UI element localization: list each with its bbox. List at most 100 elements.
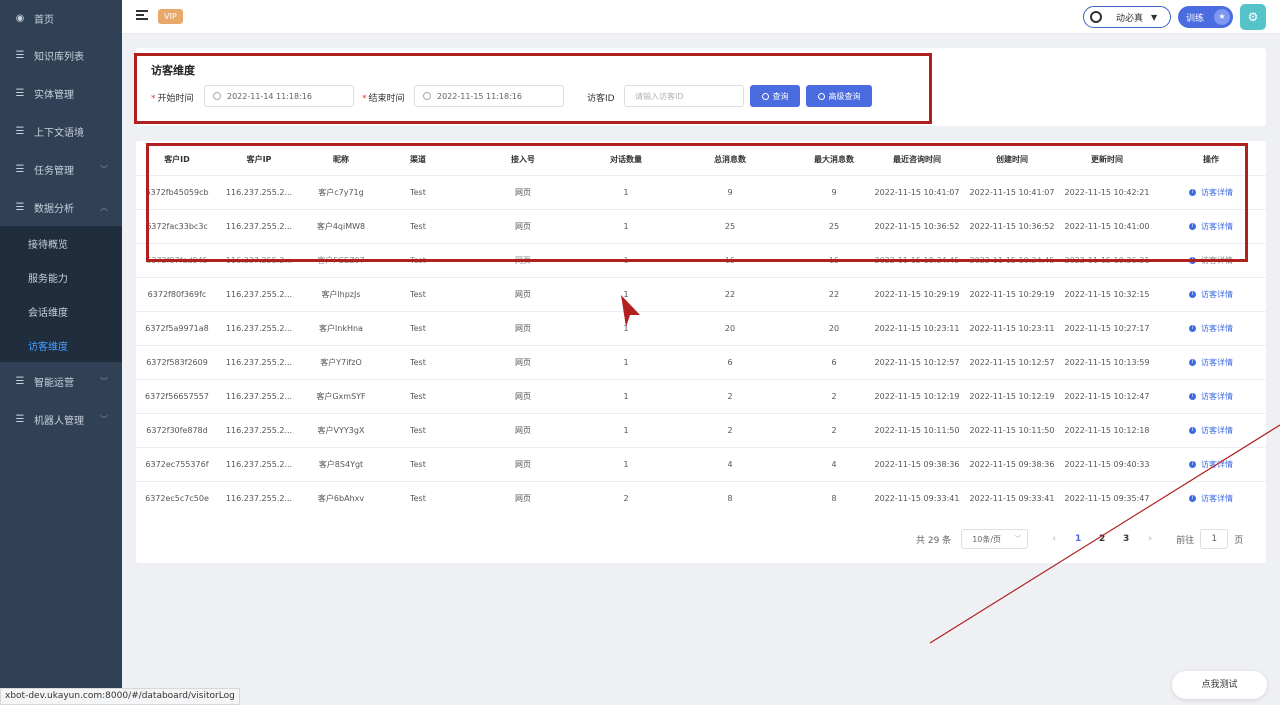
- column-header: 最大消息数: [814, 155, 854, 165]
- sidebar-item-tasks[interactable]: ☰ 任务管理 ﹀: [0, 150, 122, 188]
- chevron-up-icon: ︿: [100, 202, 108, 212]
- table-cell: 116.237.255.2...: [218, 208, 300, 243]
- table-cell: 2: [592, 480, 660, 515]
- page-number[interactable]: 3: [1114, 534, 1138, 544]
- status-bar-url: xbot-dev.ukayun.com:8000/#/databoard/vis…: [0, 688, 240, 705]
- page-number[interactable]: 2: [1090, 534, 1114, 544]
- visitor-detail-link[interactable]: i 访客详情: [1156, 310, 1266, 345]
- sidebar-item-home[interactable]: ◉ 首页: [0, 0, 122, 36]
- table-cell: 网页: [454, 480, 592, 515]
- start-time-picker[interactable]: 2022-11-14 11:18:16: [204, 85, 354, 107]
- table-cell: 22: [660, 276, 800, 311]
- sidebar-subitem-service-ability[interactable]: 服务能力: [0, 260, 122, 294]
- table-cell: 2022-11-15 10:34:45: [868, 242, 966, 277]
- caret-down-icon: ▼: [1151, 12, 1158, 22]
- table-cell: 2022-11-15 10:11:50: [868, 412, 966, 447]
- sidebar-subitem-visitor-dimension[interactable]: 访客维度: [0, 328, 122, 362]
- visitor-detail-link[interactable]: i 访客详情: [1156, 344, 1266, 379]
- table-cell: 15: [800, 242, 868, 277]
- start-time-value: 2022-11-14 11:18:16: [227, 91, 312, 101]
- next-page-icon[interactable]: ›: [1138, 534, 1162, 544]
- table-cell: 116.237.255.2...: [218, 480, 300, 515]
- train-button[interactable]: 训练 ★: [1178, 6, 1233, 28]
- table-cell: 网页: [454, 174, 592, 209]
- page-size-select[interactable]: 10条/页 ﹀: [961, 529, 1029, 549]
- table-cell: 2022-11-15 10:41:07: [868, 174, 966, 209]
- pagination: 共 29 条 10条/页 ﹀ ‹ 1 2 3 › 前往 1 页: [916, 529, 1243, 549]
- visitor-detail-link[interactable]: i 访客详情: [1156, 208, 1266, 243]
- column-header: 创建时间: [996, 155, 1028, 165]
- table-cell: 2022-11-15 10:12:19: [868, 378, 966, 413]
- sidebar-subitem-reception-overview[interactable]: 接待概览: [0, 226, 122, 260]
- test-button[interactable]: 点我测试: [1172, 671, 1267, 699]
- table-cell: 2022-11-15 09:40:33: [1058, 446, 1156, 481]
- visitor-detail-link[interactable]: i 访客详情: [1156, 480, 1266, 515]
- info-icon: i: [1189, 188, 1196, 196]
- vip-badge: VIP: [158, 9, 183, 24]
- visitor-detail-link[interactable]: i 访客详情: [1156, 174, 1266, 209]
- clock-icon: [423, 92, 431, 100]
- page-number[interactable]: 1: [1066, 534, 1090, 544]
- table-row: 6372f97fad945 116.237.255.2... 客户FGEZ97 Tes…: [136, 242, 1266, 277]
- sidebar-item-context[interactable]: ☰ 上下文语境: [0, 112, 122, 150]
- hamburger-icon[interactable]: [136, 10, 148, 22]
- table-cell: Test: [382, 310, 454, 345]
- sidebar-item-robot-management[interactable]: ☰ 机器人管理 ﹀: [0, 400, 122, 438]
- table-cell: 客户VYY3gX: [300, 412, 382, 447]
- sidebar-item-knowledge-base[interactable]: ☰ 知识库列表: [0, 36, 122, 74]
- visitor-detail-link[interactable]: i 访客详情: [1156, 446, 1266, 481]
- table-cell: 1: [592, 446, 660, 481]
- user-dropdown[interactable]: 动必真 ▼: [1083, 6, 1171, 28]
- end-time-picker[interactable]: 2022-11-15 11:18:16: [414, 85, 564, 107]
- table-cell: 116.237.255.2...: [218, 276, 300, 311]
- advanced-query-button[interactable]: 高级查询: [806, 85, 872, 107]
- goto-suffix: 页: [1234, 535, 1244, 546]
- chevron-down-icon: ﹀: [1014, 535, 1022, 543]
- visitor-detail-link[interactable]: i 访客详情: [1156, 378, 1266, 413]
- chevron-down-icon: ﹀: [100, 376, 108, 386]
- sidebar-item-entity[interactable]: ☰ 实体管理: [0, 74, 122, 112]
- sidebar-subitem-session-dimension[interactable]: 会话维度: [0, 294, 122, 328]
- query-button[interactable]: 查询: [750, 85, 800, 107]
- sidebar-item-label: 数据分析: [34, 203, 74, 215]
- user-name: 动必真: [1116, 13, 1144, 24]
- table-cell: 6372ec755376f: [136, 446, 218, 481]
- table-cell: 2022-11-15 09:33:41: [868, 480, 966, 515]
- table-cell: 2022-11-15 10:12:57: [868, 344, 966, 379]
- robot-icon[interactable]: ⚙: [1240, 4, 1266, 30]
- table-cell: 2022-11-15 10:34:45: [966, 242, 1058, 277]
- sidebar-item-data-analysis[interactable]: ☰ 数据分析 ︿: [0, 188, 122, 226]
- table-cell: 8: [660, 480, 800, 515]
- table-cell: 网页: [454, 412, 592, 447]
- table-cell: 2022-11-15 10:29:19: [966, 276, 1058, 311]
- table-cell: 6372fb45059cb: [136, 174, 218, 209]
- table-cell: Test: [382, 480, 454, 515]
- table-cell: 客户GxmSYF: [300, 378, 382, 413]
- table-cell: 9: [800, 174, 868, 209]
- table-cell: 2022-11-15 10:29:19: [868, 276, 966, 311]
- table-cell: 网页: [454, 208, 592, 243]
- table-cell: 2022-11-15 10:36:52: [868, 208, 966, 243]
- table-cell: 2022-11-15 10:32:15: [1058, 276, 1156, 311]
- table-row: 6372f56657557 116.237.255.2... 客户GxmSYF Tes…: [136, 378, 1266, 413]
- prev-page-icon[interactable]: ‹: [1042, 534, 1066, 544]
- table-cell: 1: [592, 242, 660, 277]
- table-cell: 4: [800, 446, 868, 481]
- table-cell: 网页: [454, 446, 592, 481]
- visitor-detail-link[interactable]: i 访客详情: [1156, 242, 1266, 277]
- sidebar-item-smart-ops[interactable]: ☰ 智能运营 ﹀: [0, 362, 122, 400]
- visitor-id-input[interactable]: 请输入访客ID: [624, 85, 744, 107]
- table-cell: 6: [660, 344, 800, 379]
- goto-page-input[interactable]: 1: [1200, 529, 1229, 549]
- table-cell: 15: [660, 242, 800, 277]
- table-row: 6372f5a9971a8 116.237.255.2... 客户lnkHna Tes…: [136, 310, 1266, 345]
- visitor-detail-link[interactable]: i 访客详情: [1156, 276, 1266, 311]
- sidebar-item-label: 首页: [34, 14, 54, 26]
- visitor-detail-link[interactable]: i 访客详情: [1156, 412, 1266, 447]
- table-row: 6372f80f369fc 116.237.255.2... 客户lhpzJs Tes…: [136, 276, 1266, 311]
- table-cell: 1: [592, 276, 660, 311]
- visitor-id-label: 访客ID: [587, 94, 615, 104]
- table-cell: 6372f80f369fc: [136, 276, 218, 311]
- sidebar-item-label: 智能运营: [34, 377, 74, 389]
- clock-icon: [213, 92, 221, 100]
